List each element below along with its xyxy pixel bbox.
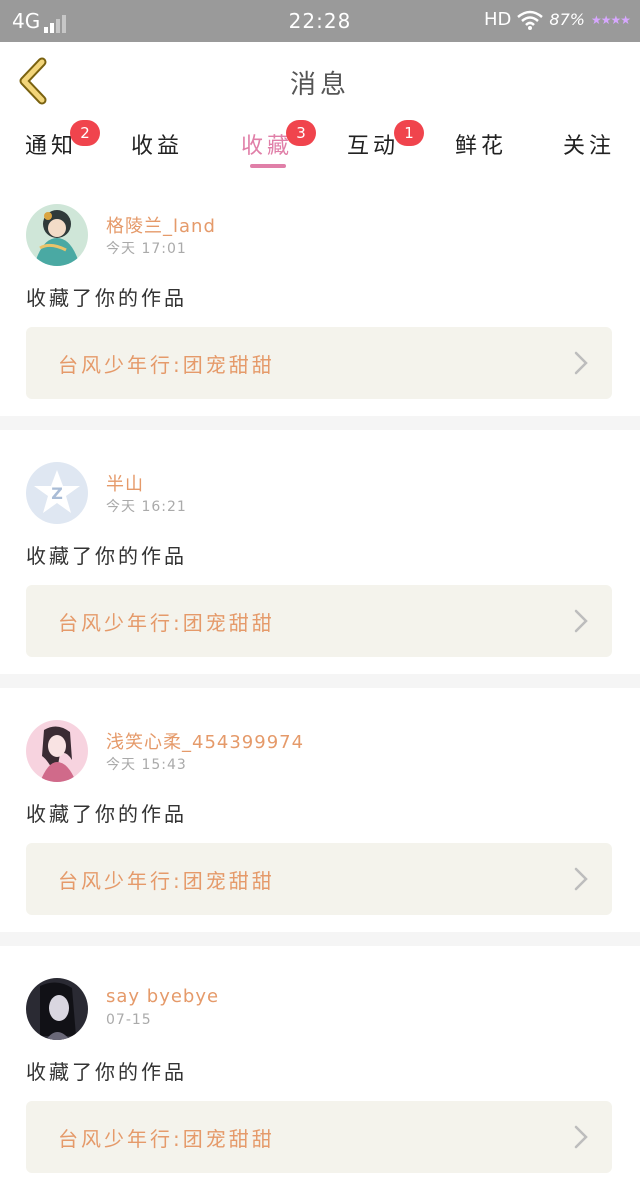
- tab-earnings[interactable]: 收益: [112, 128, 202, 160]
- timestamp: 今天 15:43: [106, 757, 187, 773]
- message-card: Z 半山 今天 16:21 收藏了你的作品 台风少年行:团宠甜甜: [0, 430, 640, 674]
- avatar[interactable]: Z: [26, 462, 88, 524]
- tab-notifications[interactable]: 通知 2: [6, 120, 100, 160]
- tab-bar: 通知 2 收益 收藏 3 互动 1 鲜花 关注: [0, 120, 640, 172]
- character-avatar-icon: [26, 204, 88, 266]
- avatar[interactable]: [26, 978, 88, 1040]
- qq-star-avatar-icon: Z: [26, 462, 88, 524]
- battery-stars-icon: ★★★★: [590, 12, 631, 27]
- action-text: 收藏了你的作品: [26, 802, 187, 826]
- timestamp: 今天 17:01: [106, 241, 187, 257]
- message-card: 浅笑心柔_454399974 今天 15:43 收藏了你的作品 台风少年行:团宠…: [0, 688, 640, 932]
- tab-label: 关注: [562, 134, 615, 159]
- message-list: 格陵兰_land 今天 17:01 收藏了你的作品 台风少年行:团宠甜甜 Z 半…: [0, 172, 640, 1190]
- tab-interactions[interactable]: 互动 1: [328, 120, 424, 160]
- anime-girl-avatar-icon: [26, 720, 88, 782]
- avatar[interactable]: [26, 720, 88, 782]
- svg-text:Z: Z: [51, 484, 63, 503]
- work-link[interactable]: 台风少年行:团宠甜甜: [26, 1101, 612, 1173]
- message-card: 格陵兰_land 今天 17:01 收藏了你的作品 台风少年行:团宠甜甜: [0, 172, 640, 416]
- username[interactable]: 半山: [106, 470, 144, 496]
- username[interactable]: 格陵兰_land: [106, 212, 216, 238]
- notification-badge: 2: [70, 120, 100, 146]
- username[interactable]: 浅笑心柔_454399974: [106, 728, 304, 754]
- action-text: 收藏了你的作品: [26, 544, 187, 568]
- active-tab-indicator: [250, 164, 286, 168]
- interactions-badge: 1: [394, 120, 424, 146]
- favorites-badge: 3: [286, 120, 316, 146]
- work-title: 台风少年行:团宠甜甜: [58, 611, 275, 635]
- page-title: 消息: [289, 70, 350, 100]
- status-bar: 4G 22:28 HD 87% ★★★★: [0, 0, 640, 42]
- tab-label: 通知: [24, 134, 77, 159]
- action-text: 收藏了你的作品: [26, 1060, 187, 1084]
- chevron-right-icon: [574, 867, 588, 891]
- avatar[interactable]: [26, 204, 88, 266]
- portrait-avatar-icon: [26, 978, 88, 1040]
- tab-flowers[interactable]: 鲜花: [436, 128, 526, 160]
- tab-label: 鲜花: [454, 134, 507, 159]
- timestamp: 今天 16:21: [106, 499, 187, 515]
- action-text: 收藏了你的作品: [26, 286, 187, 310]
- divider: [0, 674, 640, 688]
- wifi-icon: [517, 10, 544, 30]
- divider: [0, 416, 640, 430]
- work-link[interactable]: 台风少年行:团宠甜甜: [26, 585, 612, 657]
- battery-level: 87%: [549, 10, 585, 29]
- work-link[interactable]: 台风少年行:团宠甜甜: [26, 327, 612, 399]
- divider: [0, 932, 640, 946]
- timestamp: 07-15: [106, 1012, 152, 1028]
- tab-favorites[interactable]: 收藏 3: [222, 120, 316, 160]
- tab-label: 收益: [130, 134, 183, 159]
- tab-follows[interactable]: 关注: [544, 128, 634, 160]
- tab-label: 收藏: [240, 134, 293, 159]
- message-card: say byebye 07-15 收藏了你的作品 台风少年行:团宠甜甜: [0, 946, 640, 1190]
- header: 消息: [0, 42, 640, 121]
- work-title: 台风少年行:团宠甜甜: [58, 869, 275, 893]
- chevron-right-icon: [574, 351, 588, 375]
- work-link[interactable]: 台风少年行:团宠甜甜: [26, 843, 612, 915]
- hd-indicator: HD: [484, 9, 512, 30]
- chevron-right-icon: [574, 609, 588, 633]
- chevron-right-icon: [574, 1125, 588, 1149]
- work-title: 台风少年行:团宠甜甜: [58, 353, 275, 377]
- tab-label: 互动: [346, 134, 399, 159]
- username[interactable]: say byebye: [106, 986, 219, 1007]
